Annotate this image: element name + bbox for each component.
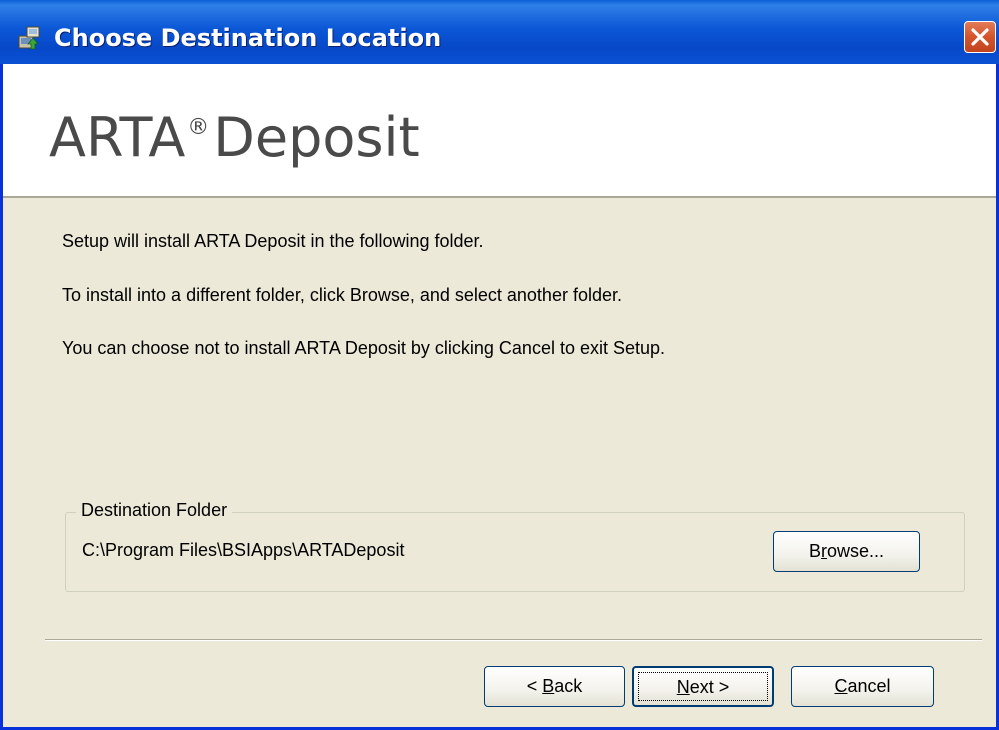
back-label-post: ack	[554, 676, 583, 696]
browse-button[interactable]: Browse...	[773, 531, 920, 572]
registered-mark: ®	[187, 115, 210, 140]
product-suffix-text: Deposit	[213, 106, 420, 169]
back-button[interactable]: < Back	[484, 666, 625, 707]
focus-rectangle	[638, 672, 768, 701]
browse-label-pre: B	[808, 541, 821, 561]
product-name-text: ARTA	[49, 106, 186, 169]
cancel-label-post: ancel	[847, 676, 891, 696]
cancel-label-accel: C	[834, 676, 848, 696]
header-banner: ARTA®Deposit	[3, 64, 996, 198]
install-folder-message: Setup will install ARTA Deposit in the f…	[62, 231, 484, 251]
browse-label-post: owse...	[826, 541, 885, 561]
back-label-accel: B	[542, 676, 555, 696]
destination-path: C:\Program Files\BSIApps\ARTADeposit	[82, 540, 405, 560]
cancel-button[interactable]: Cancel	[791, 666, 934, 707]
back-label-pre: <	[526, 676, 543, 696]
installer-icon	[16, 24, 44, 52]
setup-dialog: Choose Destination Location ARTA®Deposit	[0, 0, 999, 730]
next-button[interactable]: Next >	[632, 666, 774, 707]
title-bar[interactable]: Choose Destination Location	[0, 0, 999, 64]
browse-instruction-message: To install into a different folder, clic…	[62, 285, 622, 305]
destination-folder-legend: Destination Folder	[76, 500, 233, 521]
product-title: ARTA®Deposit	[49, 98, 420, 168]
button-separator	[45, 639, 982, 641]
close-button[interactable]	[964, 21, 996, 53]
close-icon	[971, 28, 989, 46]
cancel-instruction-message: You can choose not to install ARTA Depos…	[62, 338, 666, 358]
window-title: Choose Destination Location	[54, 24, 442, 52]
